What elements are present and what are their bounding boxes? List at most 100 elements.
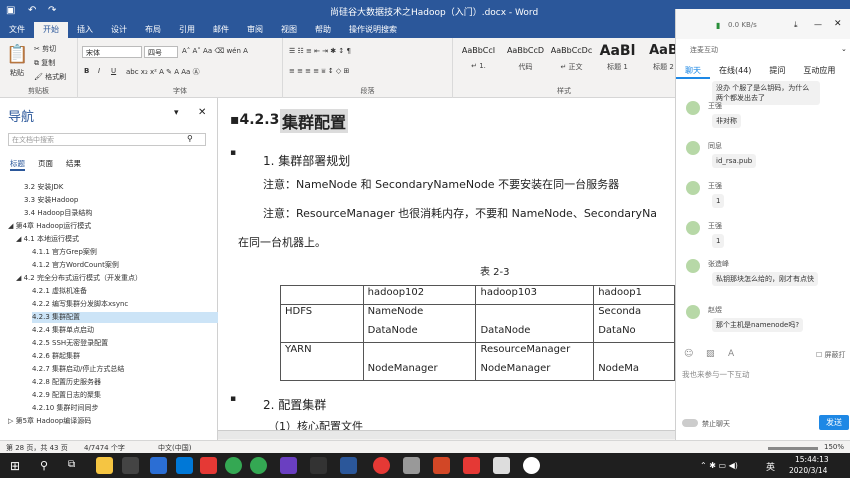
dropdown-icon[interactable]: ▾ [174, 108, 179, 118]
edge-icon[interactable] [150, 457, 167, 474]
pin-icon[interactable]: ⤓ [794, 20, 798, 30]
chat-tab-0[interactable]: 聊天 [676, 63, 710, 79]
file-explorer-icon[interactable] [96, 457, 113, 474]
search-icon[interactable]: ⚲ [187, 134, 193, 143]
start-icon[interactable]: ⊞ [10, 459, 20, 473]
taskview-icon[interactable]: ⧉ [68, 459, 75, 470]
table-cell[interactable]: ResourceManager [475, 342, 595, 362]
style-item[interactable]: AaBl 标题 1 [596, 40, 639, 78]
nav-tab-0[interactable]: 标题 [10, 158, 25, 171]
app-icon-7[interactable] [523, 457, 540, 474]
table-cell[interactable]: YARN [280, 342, 364, 362]
powerpoint-icon[interactable] [433, 457, 450, 474]
tray-icons[interactable]: ⌃ ✱ ▭ ◀) [700, 461, 738, 470]
chat-input[interactable]: 我也来参与一下互动 [682, 369, 842, 409]
table-cell[interactable]: hadoop102 [362, 285, 477, 305]
style-item[interactable]: AaBbCcDc ↵ 正文 [550, 40, 593, 78]
table-cell[interactable]: NodeManager [362, 361, 477, 381]
app-icon-3[interactable] [373, 457, 390, 474]
app-icon-1[interactable] [200, 457, 217, 474]
save-icon[interactable]: ▣ [6, 5, 15, 16]
table-cell[interactable]: NodeManager [475, 361, 595, 381]
chevron-down-icon[interactable]: ⌄ [841, 45, 847, 53]
nav-item[interactable]: 4.1.1 官方Grep案例 [32, 247, 97, 258]
list-tools[interactable]: ☰ ☷ ≡ ⇤ ⇥ ✱ ↕ ¶ [289, 47, 351, 55]
nav-item[interactable]: 4.2.6 群起集群 [32, 351, 80, 362]
font-icon[interactable]: A [728, 349, 734, 359]
style-item[interactable]: AaBbCcD 代码 [504, 40, 547, 78]
table-cell[interactable] [280, 361, 364, 381]
table-cell[interactable] [362, 342, 477, 362]
table-cell[interactable]: DataNo [593, 323, 675, 343]
copy-button[interactable]: ⧉ 复制 [34, 58, 55, 68]
table-cell[interactable]: DataNode [475, 323, 595, 343]
app-icon-2[interactable] [310, 457, 327, 474]
nav-item[interactable]: ◢ 第4章 Hadoop运行模式 [8, 221, 91, 232]
nav-tab-1[interactable]: 页面 [38, 158, 53, 171]
italic-button[interactable]: I [98, 67, 100, 75]
font-name-select[interactable]: 宋体 [82, 46, 142, 58]
close-icon[interactable]: ✕ [198, 107, 206, 118]
underline-button[interactable]: U [111, 67, 116, 75]
align-tools[interactable]: ≡ ≡ ≡ ≡ ⩸ ↕ ◇ ⊞ [289, 67, 349, 76]
nav-item[interactable]: 4.2.7 集群启动/停止方式总结 [32, 364, 124, 375]
nav-item[interactable]: ▷ 第5章 Hadoop编译源码 [8, 416, 91, 427]
nav-item[interactable]: ◢ 4.1 本地运行模式 [16, 234, 79, 245]
nav-item[interactable]: 4.2.3 集群配置 [32, 312, 222, 323]
nav-item[interactable]: ◢ 4.2 完全分布式运行模式（开发重点） [16, 273, 142, 284]
app-icon-p[interactable] [280, 457, 297, 474]
paste-icon[interactable]: 📋 [6, 44, 28, 65]
redo-icon[interactable]: ↷ [48, 5, 56, 16]
search-taskbar-icon[interactable]: ⚲ [40, 459, 48, 472]
chat-tab-1[interactable]: 在线(44) [710, 63, 760, 79]
app-icon-5[interactable] [463, 457, 480, 474]
nav-item[interactable]: 3.3 安装Hadoop [24, 195, 78, 206]
format-painter-button[interactable]: 🖌 格式刷 [34, 72, 66, 82]
nav-tab-2[interactable]: 结果 [66, 158, 81, 171]
chat-tab-2[interactable]: 提问 [760, 63, 794, 79]
table-cell[interactable]: hadoop1 [593, 285, 675, 305]
nav-item[interactable]: 3.2 安装JDK [24, 182, 63, 193]
chrome-icon-2[interactable] [250, 457, 267, 474]
tab-1[interactable]: 开始 [34, 22, 68, 38]
word-icon[interactable] [340, 457, 357, 474]
app-icon-4[interactable] [403, 457, 420, 474]
mute-toggle[interactable] [682, 419, 698, 427]
tab-6[interactable]: 邮件 [204, 22, 238, 38]
ime-indicator[interactable]: 英 [766, 460, 775, 473]
tab-5[interactable]: 引用 [170, 22, 204, 38]
nav-item[interactable]: 4.2.8 配置历史服务器 [32, 377, 101, 388]
style-item[interactable]: AaBbCcI ↵ 1. [457, 40, 500, 78]
nav-item[interactable]: 4.2.4 集群单点启动 [32, 325, 94, 336]
table-cell[interactable]: Seconda [593, 304, 675, 324]
tab-10[interactable]: 操作说明搜索 [340, 22, 406, 38]
emoji-icon[interactable]: ☺ [684, 349, 693, 359]
table-cell[interactable]: NameNode [362, 304, 477, 324]
chrome-icon[interactable] [225, 457, 242, 474]
tab-9[interactable]: 帮助 [306, 22, 340, 38]
nav-search-input[interactable]: 在文档中搜索 [8, 133, 206, 146]
image-icon[interactable]: ▨ [706, 349, 715, 359]
tab-8[interactable]: 视图 [272, 22, 306, 38]
table-cell[interactable] [280, 323, 364, 343]
table-cell[interactable]: hadoop103 [475, 285, 595, 305]
bold-button[interactable]: B [84, 67, 89, 75]
chat-tab-3[interactable]: 互动应用 [794, 63, 844, 79]
nav-item[interactable]: 4.2.5 SSH无密登录配置 [32, 338, 108, 349]
table-cell[interactable] [475, 304, 595, 324]
close-chat-icon[interactable]: ✕ [834, 19, 842, 29]
font-size-select[interactable]: 四号 [144, 46, 178, 58]
tab-2[interactable]: 插入 [68, 22, 102, 38]
table-cell[interactable]: NodeMa [593, 361, 675, 381]
document-page[interactable]: ▪4.2.3 集群配置 ▪ 1. 集群部署规划 注意：NameNode 和 Se… [218, 98, 675, 430]
zoom-slider[interactable] [768, 447, 818, 450]
tab-0[interactable]: 文件 [0, 22, 34, 38]
table-cell[interactable] [280, 285, 364, 305]
nav-item[interactable]: 4.2.10 集群时间同步 [32, 403, 99, 414]
horizontal-scrollbar[interactable] [218, 430, 675, 439]
undo-icon[interactable]: ↶ [28, 5, 36, 16]
tab-4[interactable]: 布局 [136, 22, 170, 38]
block-checkbox[interactable]: ☐ 屏蔽打 [816, 350, 846, 360]
cut-button[interactable]: ✂ 剪切 [34, 44, 56, 54]
nav-item[interactable]: 4.2.1 虚拟机准备 [32, 286, 87, 297]
